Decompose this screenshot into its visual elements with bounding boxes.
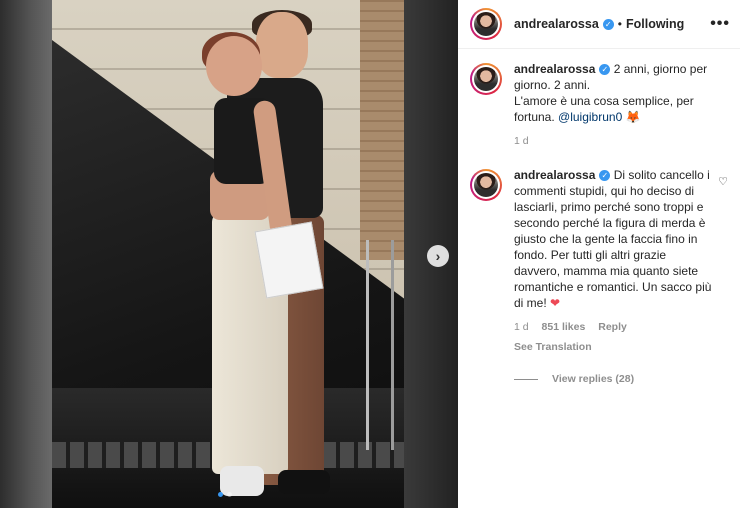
verified-badge-icon: ✓ (602, 18, 614, 30)
carousel-dot (227, 492, 232, 497)
post-media: › (0, 0, 458, 508)
media-background-left (0, 0, 52, 508)
caption: andrealarossa ✓ 2 anni, giorno per giorno… (470, 61, 728, 149)
reply-button[interactable]: Reply (598, 321, 627, 333)
verified-badge-icon: ✓ (599, 64, 611, 76)
carousel-next-button[interactable]: › (427, 245, 449, 267)
post-photo[interactable] (52, 0, 404, 508)
post-side-panel: andrealarossa ✓ • Following ••• andreala… (458, 0, 740, 508)
comment-item: andrealarossa ✓ Di solito cancello i comm… (470, 167, 728, 387)
comment-text: Di solito cancello i commenti stupidi, q… (514, 168, 712, 310)
comments-list: andrealarossa ✓ 2 anni, giorno per giorno… (458, 49, 740, 387)
view-replies-label: View replies (28) (552, 373, 635, 385)
carousel-dot-active (218, 492, 223, 497)
caption-username[interactable]: andrealarossa (514, 62, 595, 76)
view-replies-button[interactable]: View replies (28) (514, 371, 712, 387)
heart-icon[interactable]: ♡ (718, 175, 728, 188)
caption-timestamp[interactable]: 1 d (514, 135, 529, 147)
instagram-post-modal: › andrealarossa ✓ • Following ••• andrea… (0, 0, 740, 508)
mention-link[interactable]: @luigibrun0 (558, 110, 622, 124)
replies-divider (514, 378, 538, 380)
comment-username[interactable]: andrealarossa (514, 168, 595, 182)
fox-emoji: 🦊 (622, 110, 641, 124)
chevron-right-icon: › (435, 248, 441, 264)
avatar[interactable] (470, 169, 502, 201)
verified-badge-icon: ✓ (599, 170, 611, 182)
red-heart-emoji: ❤ (550, 296, 561, 310)
avatar[interactable] (470, 63, 502, 95)
more-options-icon[interactable]: ••• (710, 15, 730, 33)
comment-likes[interactable]: 851 likes (542, 321, 586, 333)
see-translation-link[interactable]: See Translation (514, 339, 712, 355)
following-button[interactable]: Following (626, 17, 684, 31)
header-separator: • (617, 17, 622, 31)
carousel-indicator (218, 492, 232, 497)
header-username[interactable]: andrealarossa (514, 17, 599, 31)
comment-timestamp[interactable]: 1 d (514, 321, 529, 333)
avatar[interactable] (470, 8, 502, 40)
post-header: andrealarossa ✓ • Following ••• (458, 0, 740, 49)
